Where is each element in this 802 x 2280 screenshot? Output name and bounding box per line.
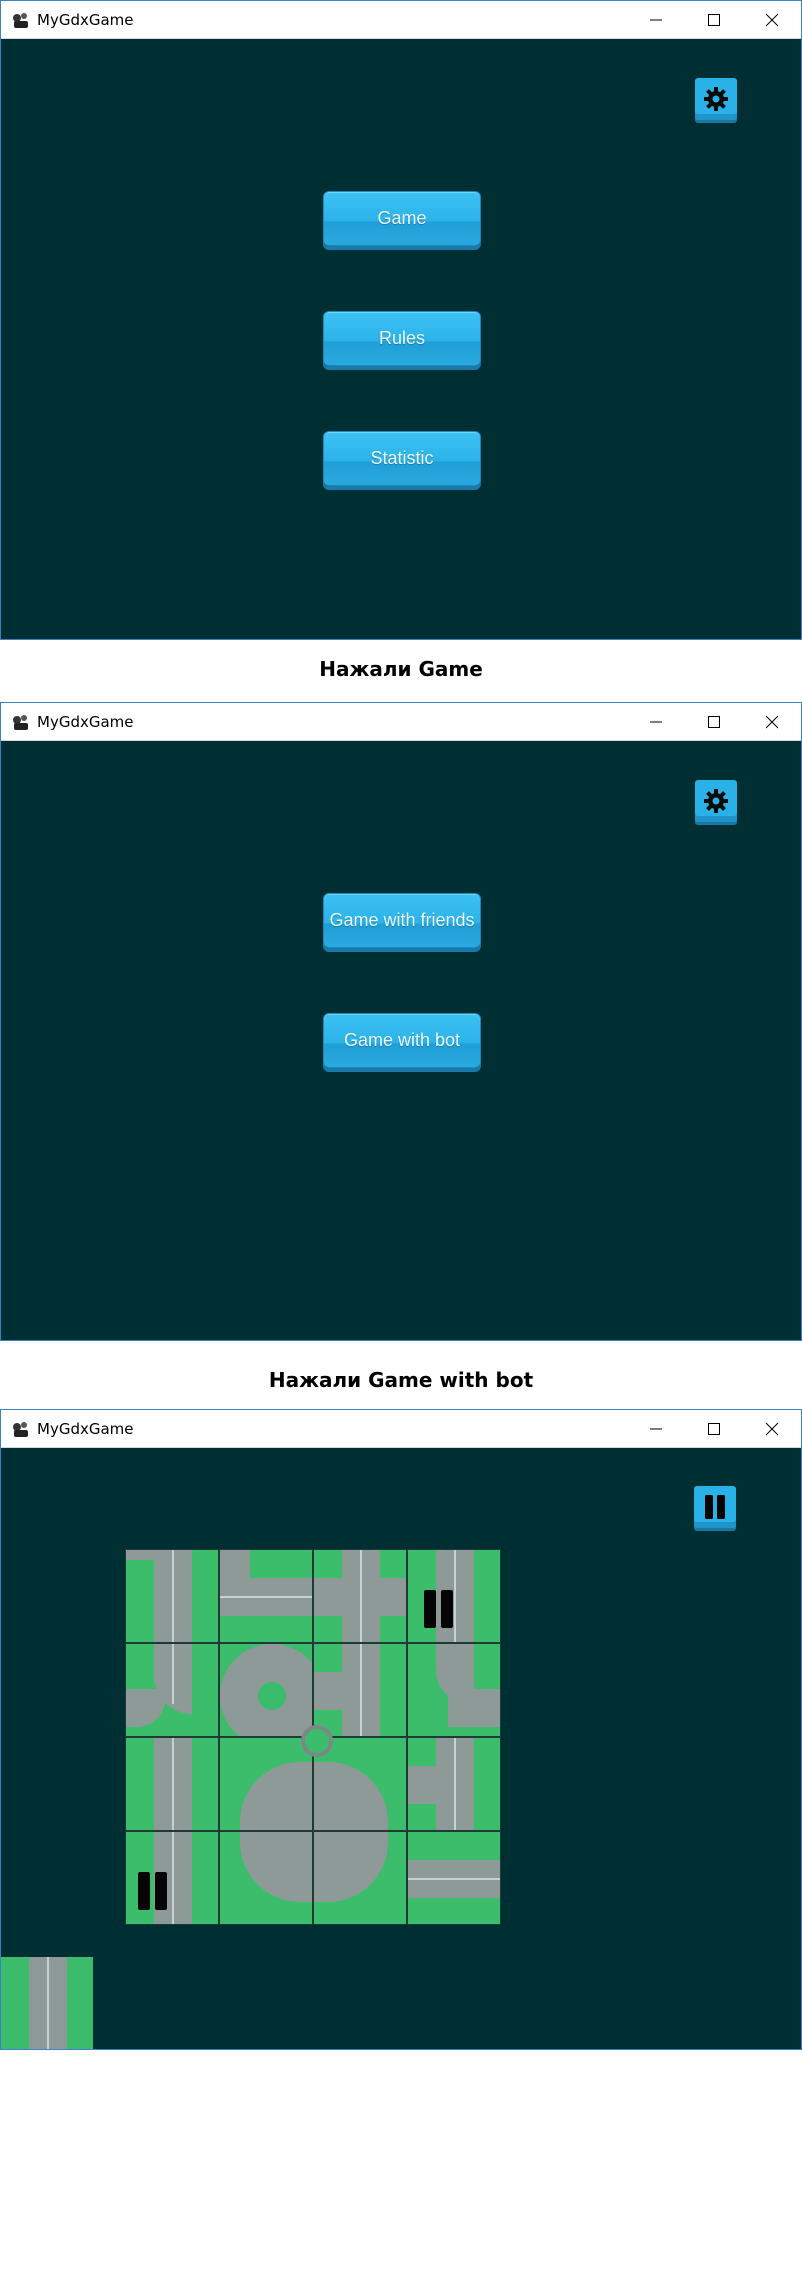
app-icon xyxy=(13,13,28,28)
minimize-icon xyxy=(650,721,662,722)
player-marker xyxy=(424,1590,436,1628)
close-icon xyxy=(765,715,779,728)
maximize-icon xyxy=(708,715,720,728)
settings-button[interactable] xyxy=(695,780,737,822)
maximize-button[interactable] xyxy=(685,703,743,740)
game-with-bot-button[interactable]: Game with bot xyxy=(323,1013,481,1068)
caption-2: Нажали Game with bot xyxy=(268,1368,534,1392)
caption-1: Нажали Game xyxy=(319,657,483,681)
window-title: MyGdxGame xyxy=(37,1420,134,1438)
app-icon xyxy=(13,715,28,730)
maximize-icon xyxy=(708,13,720,26)
title-bar: MyGdxGame xyxy=(1,1,801,39)
title-bar: MyGdxGame xyxy=(1,1410,801,1448)
window-main-menu: MyGdxGame Game Rules Statistic xyxy=(0,0,802,640)
board-tile[interactable] xyxy=(219,1831,313,1925)
title-bar: MyGdxGame xyxy=(1,703,801,741)
gear-icon xyxy=(704,789,728,813)
close-button[interactable] xyxy=(743,1,801,38)
board-tile[interactable] xyxy=(125,1831,219,1925)
rules-button[interactable]: Rules xyxy=(323,311,481,366)
close-icon xyxy=(765,1422,779,1435)
maximize-button[interactable] xyxy=(685,1410,743,1447)
board-tile[interactable] xyxy=(407,1643,501,1737)
window-title: MyGdxGame xyxy=(37,11,134,29)
game-board xyxy=(125,1549,501,1925)
pause-icon xyxy=(705,1495,725,1519)
player-marker xyxy=(138,1872,150,1910)
board-tile[interactable] xyxy=(313,1549,407,1643)
board-tile[interactable] xyxy=(125,1643,219,1737)
statistic-button[interactable]: Statistic xyxy=(323,431,481,486)
minimize-button[interactable] xyxy=(627,1,685,38)
roundabout-center xyxy=(301,1725,333,1757)
maximize-button[interactable] xyxy=(685,1,743,38)
board-tile[interactable] xyxy=(219,1549,313,1643)
board-tile[interactable] xyxy=(313,1831,407,1925)
board-tile[interactable] xyxy=(125,1549,219,1643)
close-button[interactable] xyxy=(743,703,801,740)
settings-button[interactable] xyxy=(695,78,737,120)
next-tile[interactable] xyxy=(1,1957,93,2049)
board-tile[interactable] xyxy=(407,1737,501,1831)
minimize-icon xyxy=(650,1428,662,1429)
player-marker xyxy=(441,1590,453,1628)
window-title: MyGdxGame xyxy=(37,713,134,731)
player-marker xyxy=(155,1872,167,1910)
minimize-button[interactable] xyxy=(627,1410,685,1447)
pause-button[interactable] xyxy=(694,1486,736,1528)
mode-select-screen: Game with friends Game with bot xyxy=(1,741,801,1340)
board-tile[interactable] xyxy=(407,1549,501,1643)
minimize-button[interactable] xyxy=(627,703,685,740)
close-button[interactable] xyxy=(743,1410,801,1447)
maximize-icon xyxy=(708,1422,720,1435)
window-game-mode: MyGdxGame Game with friends Game with bo… xyxy=(0,702,802,1341)
board-tile[interactable] xyxy=(313,1643,407,1737)
game-with-friends-button[interactable]: Game with friends xyxy=(323,893,481,948)
board-tile[interactable] xyxy=(407,1831,501,1925)
board-tile[interactable] xyxy=(125,1737,219,1831)
menu-screen: Game Rules Statistic xyxy=(1,39,801,639)
app-icon xyxy=(13,1422,28,1437)
board-tile[interactable] xyxy=(219,1643,313,1737)
gear-icon xyxy=(704,87,728,111)
game-button[interactable]: Game xyxy=(323,191,481,246)
close-icon xyxy=(765,13,779,26)
minimize-icon xyxy=(650,19,662,20)
board-tile[interactable] xyxy=(219,1737,313,1831)
